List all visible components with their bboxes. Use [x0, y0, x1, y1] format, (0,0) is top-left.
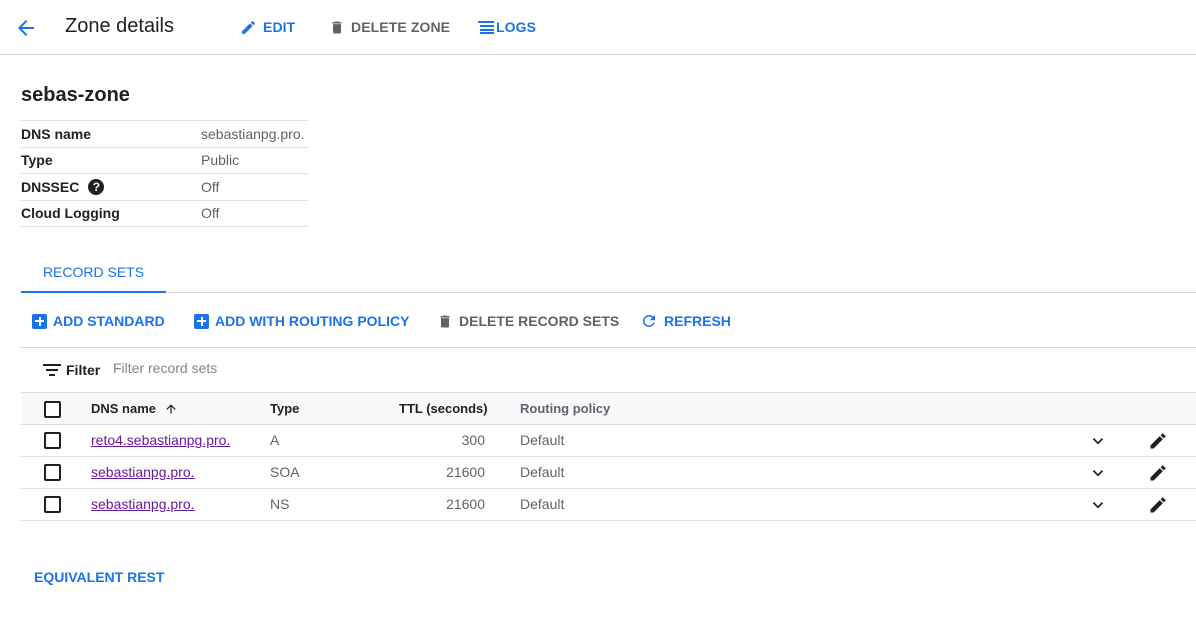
page-title: Zone details: [65, 15, 174, 37]
detail-key-dnssec: DNSSEC ?: [21, 178, 105, 195]
column-header-routing-policy: Routing policy: [520, 401, 611, 416]
zone-details-table: DNS name sebastianpg.pro. Type Public DN…: [21, 120, 308, 227]
dns-name-link[interactable]: sebastianpg.pro.: [91, 464, 195, 480]
top-bar: Zone details EDIT DELETE ZONE LOGS: [0, 0, 1196, 55]
column-header-dns-name[interactable]: DNS name: [91, 401, 178, 416]
detail-row-dns-name: DNS name sebastianpg.pro.: [21, 121, 308, 148]
detail-key: DNS name: [21, 125, 92, 142]
column-header-ttl[interactable]: TTL (seconds): [399, 401, 488, 416]
tab-bar: RECORD SETS: [21, 252, 1196, 293]
column-label: DNS name: [91, 401, 157, 416]
filter-bar: Filter: [21, 348, 1196, 393]
add-routing-policy-button[interactable]: ADD WITH ROUTING POLICY: [194, 311, 409, 331]
equivalent-rest-link[interactable]: EQUIVALENT REST: [34, 569, 164, 585]
sort-arrow-up-icon: [166, 403, 176, 414]
pencil-icon[interactable]: [1148, 495, 1168, 515]
record-sets-table: DNS name Type TTL (seconds) Routing poli…: [21, 393, 1196, 521]
column-header-type[interactable]: Type: [270, 401, 299, 416]
add-standard-label: ADD STANDARD: [53, 313, 165, 329]
detail-key: Cloud Logging: [21, 205, 120, 222]
chevron-down-icon[interactable]: [1089, 464, 1107, 482]
help-icon[interactable]: ?: [88, 178, 105, 195]
table-row: reto4.sebastianpg.pro. A 300 Default: [21, 425, 1196, 457]
add-routing-label: ADD WITH ROUTING POLICY: [215, 313, 410, 329]
detail-row-dnssec: DNSSEC ? Off: [21, 174, 308, 201]
filter-input[interactable]: [113, 360, 513, 376]
detail-row-type: Type Public: [21, 148, 308, 174]
refresh-button[interactable]: REFRESH: [640, 311, 731, 331]
delete-record-sets-button[interactable]: DELETE RECORD SETS: [437, 311, 619, 331]
pencil-icon[interactable]: [1148, 463, 1168, 483]
edit-label: EDIT: [263, 19, 296, 35]
add-box-icon: [32, 313, 47, 329]
detail-value: Public: [201, 152, 240, 169]
record-type: SOA: [270, 464, 300, 480]
row-checkbox[interactable]: [44, 464, 61, 481]
zone-name: sebas-zone: [21, 84, 130, 106]
logs-button[interactable]: LOGS: [478, 17, 536, 37]
record-ttl: 21600: [446, 464, 485, 480]
dns-name-link[interactable]: reto4.sebastianpg.pro.: [91, 432, 230, 448]
routing-policy: Default: [520, 432, 565, 448]
edit-button[interactable]: EDIT: [240, 17, 295, 37]
tab-record-sets[interactable]: RECORD SETS: [21, 252, 166, 293]
table-header: DNS name Type TTL (seconds) Routing poli…: [21, 393, 1196, 425]
delete-records-label: DELETE RECORD SETS: [459, 313, 620, 329]
record-type: NS: [270, 496, 290, 512]
logs-label: LOGS: [496, 19, 537, 35]
chevron-down-icon[interactable]: [1089, 432, 1107, 450]
detail-key: Type: [21, 152, 53, 169]
dns-name-link[interactable]: sebastianpg.pro.: [91, 496, 195, 512]
filter-icon: [43, 364, 61, 376]
detail-value: Off: [201, 178, 220, 195]
table-row: sebastianpg.pro. NS 21600 Default: [21, 489, 1196, 521]
pencil-icon[interactable]: [1148, 431, 1168, 451]
record-ttl: 300: [461, 432, 485, 448]
trash-icon: [332, 21, 342, 33]
back-arrow-icon[interactable]: [14, 16, 38, 40]
routing-policy: Default: [520, 464, 565, 480]
add-box-icon: [194, 313, 209, 329]
detail-value: sebastianpg.pro.: [201, 125, 305, 142]
pencil-icon: [242, 20, 255, 34]
record-ttl: 21600: [446, 496, 485, 512]
list-lines-icon: [478, 21, 494, 34]
refresh-icon: [643, 315, 655, 327]
select-all-checkbox[interactable]: [44, 401, 61, 418]
delete-zone-button[interactable]: DELETE ZONE: [329, 17, 450, 37]
trash-icon: [440, 315, 450, 327]
filter-label: Filter: [66, 362, 101, 378]
refresh-label: REFRESH: [664, 313, 731, 329]
chevron-down-icon[interactable]: [1089, 496, 1107, 514]
detail-value: Off: [201, 205, 220, 222]
add-standard-button[interactable]: ADD STANDARD: [32, 311, 165, 331]
routing-policy: Default: [520, 496, 565, 512]
detail-key: DNSSEC: [21, 178, 80, 195]
delete-zone-label: DELETE ZONE: [351, 19, 451, 35]
row-checkbox[interactable]: [44, 496, 61, 513]
record-actions-bar: ADD STANDARD ADD WITH ROUTING POLICY DEL…: [21, 293, 1196, 348]
record-type: A: [270, 432, 280, 448]
table-row: sebastianpg.pro. SOA 21600 Default: [21, 457, 1196, 489]
detail-row-cloud-logging: Cloud Logging Off: [21, 201, 308, 227]
row-checkbox[interactable]: [44, 432, 61, 449]
